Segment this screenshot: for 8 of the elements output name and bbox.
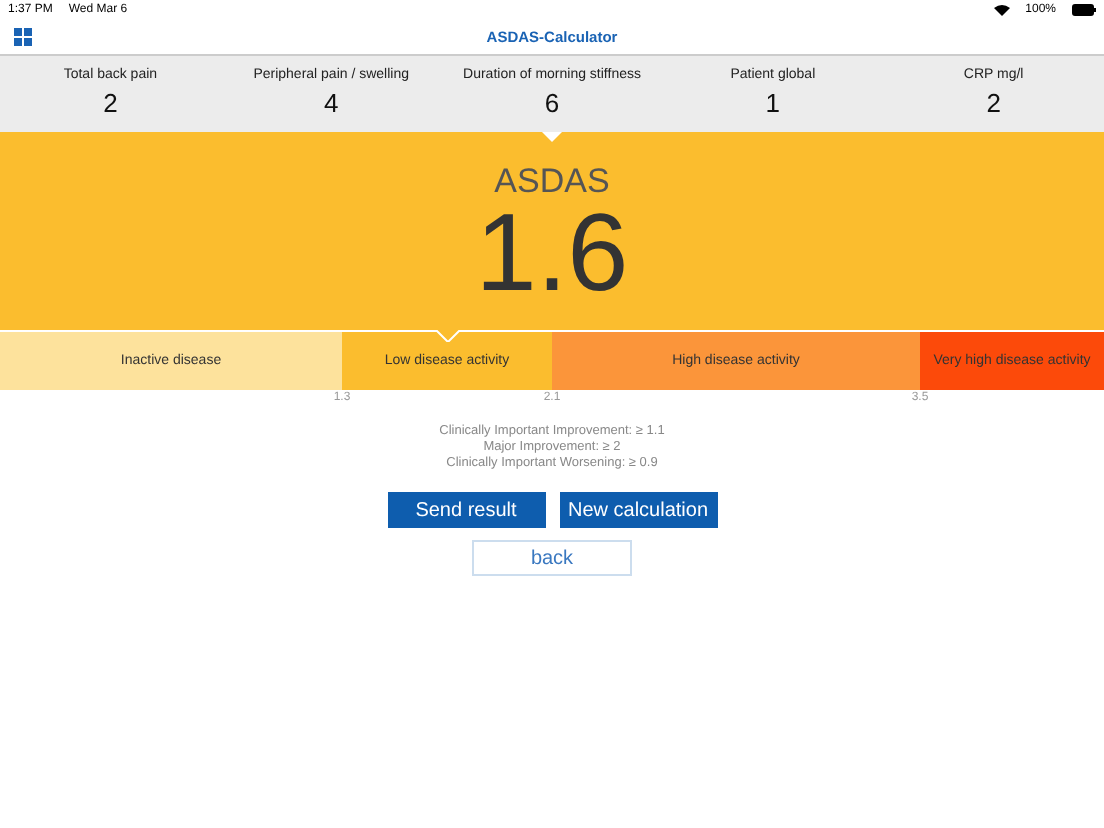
- wifi-icon: [993, 4, 1010, 16]
- back-button[interactable]: back: [472, 540, 632, 576]
- battery-icon: [1072, 4, 1096, 16]
- result-value: 1.6: [475, 198, 629, 308]
- action-button[interactable]: New calculation: [559, 492, 717, 528]
- action-button[interactable]: Send result: [387, 492, 545, 528]
- result-title: ASDAS: [494, 162, 610, 202]
- grid-icon[interactable]: [14, 28, 32, 46]
